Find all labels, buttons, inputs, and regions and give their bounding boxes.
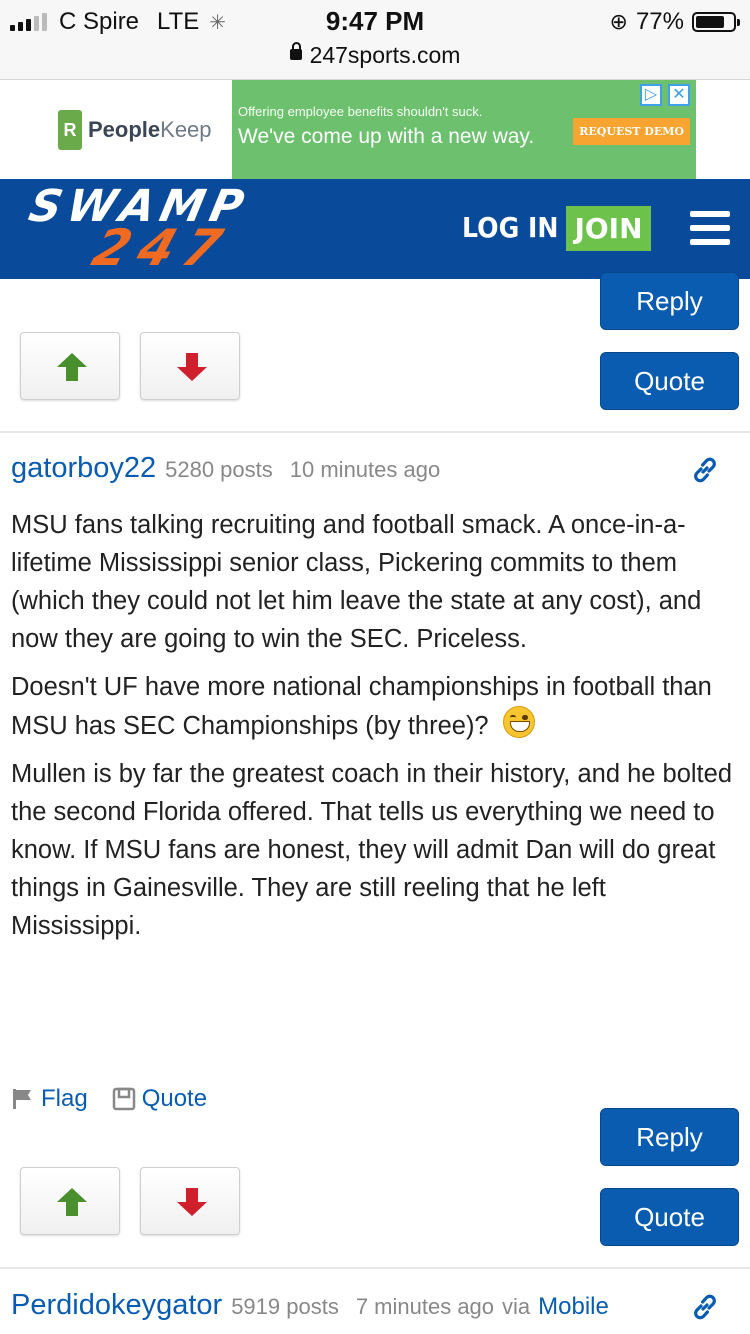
ad-banner[interactable]: R PeopleKeep Offering employee benefits … [54, 80, 696, 179]
permalink-icon[interactable] [690, 1292, 720, 1322]
post-time: 10 minutes ago [289, 457, 441, 482]
join-button[interactable]: JOIN [566, 206, 651, 251]
post-paragraph: Doesn't UF have more national championsh… [11, 673, 712, 740]
arrow-up-icon [57, 1188, 87, 1216]
browser-status-bar: C Spire LTE ✳ 9:47 PM ⊕ 77% 247sports.co… [0, 0, 750, 80]
ad-message: Offering employee benefits shouldn't suc… [232, 80, 696, 179]
post-divider [0, 431, 750, 433]
post-paragraph: MSU fans talking recruiting and football… [11, 511, 702, 653]
post-source-link[interactable]: Mobile [538, 1293, 609, 1321]
battery-info: ⊕ 77% [609, 8, 740, 36]
post-via: via [502, 1294, 531, 1319]
reply-button[interactable]: Reply [600, 1108, 739, 1166]
lock-icon [289, 42, 302, 61]
upvote-button[interactable] [20, 1167, 120, 1235]
downvote-button[interactable] [140, 1167, 240, 1235]
post-header: gatorboy22 5280 posts 10 minutes ago [11, 452, 440, 485]
request-demo-button[interactable]: REQUEST DEMO [573, 118, 690, 145]
ad-choices: ▷ ✕ [640, 84, 690, 106]
flag-label: Flag [41, 1085, 88, 1112]
flag-link[interactable]: Flag [11, 1085, 88, 1113]
close-ad-icon[interactable]: ✕ [668, 84, 690, 106]
orientation-lock-icon: ⊕ [609, 9, 628, 34]
site-logo-247[interactable]: 247 [86, 219, 239, 277]
post-body: MSU fans talking recruiting and football… [11, 506, 739, 955]
flag-icon [13, 1089, 31, 1109]
downvote-button[interactable] [140, 332, 240, 400]
login-link[interactable]: LOG IN [462, 211, 559, 244]
arrow-down-icon [177, 1188, 207, 1216]
address-bar[interactable]: 247sports.com [0, 42, 750, 69]
quote-link[interactable]: Quote [112, 1085, 207, 1113]
battery-percent: 77% [635, 8, 684, 35]
post-count: 5280 posts [165, 457, 273, 482]
ad-line-1: Offering employee benefits shouldn't suc… [238, 104, 483, 119]
quote-button[interactable]: Quote [600, 1188, 739, 1246]
ad-choices-icon[interactable]: ▷ [640, 84, 662, 106]
quote-icon [112, 1087, 135, 1111]
address-text: 247sports.com [309, 42, 461, 68]
laughing-emoji-icon [502, 706, 535, 738]
post-divider [0, 1267, 750, 1269]
post-header: Perdidokeygator 5919 posts 7 minutes ago… [11, 1289, 609, 1322]
post-actions: Flag Quote [11, 1085, 207, 1113]
arrow-down-icon [177, 353, 207, 381]
ad-brand-name: PeopleKeep [88, 116, 212, 142]
peoplekeep-logo-icon: R [58, 109, 82, 150]
arrow-up-icon [57, 353, 87, 381]
ad-logo: R PeopleKeep [54, 80, 232, 179]
site-header: SWAMP 247 LOG IN JOIN [0, 179, 750, 279]
quote-button[interactable]: Quote [600, 352, 739, 410]
post-paragraph: Mullen is by far the greatest coach in t… [11, 760, 733, 940]
menu-icon[interactable] [690, 211, 730, 245]
post-username[interactable]: Perdidokeygator [11, 1289, 222, 1322]
post-count: 5919 posts [231, 1294, 339, 1319]
post-username[interactable]: gatorboy22 [11, 452, 156, 485]
permalink-icon[interactable] [690, 455, 720, 485]
battery-icon [692, 12, 740, 32]
post-time: 7 minutes ago [355, 1294, 495, 1319]
reply-button[interactable]: Reply [600, 272, 739, 330]
quote-label: Quote [141, 1085, 208, 1112]
upvote-button[interactable] [20, 332, 120, 400]
